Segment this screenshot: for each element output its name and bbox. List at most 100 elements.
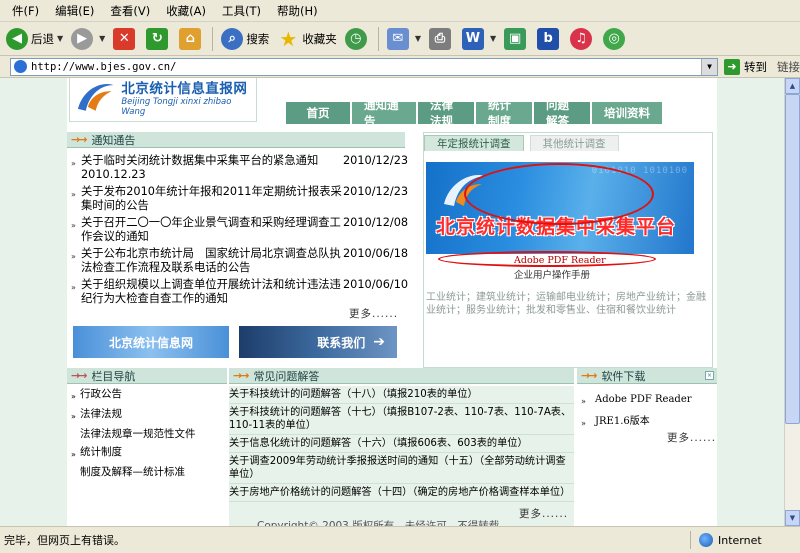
- notice-date: 2010/06/18: [343, 247, 409, 260]
- list-item[interactable]: » 关于临时关闭统计数据集中采集平台的紧急通知 2010.12.23 2010/…: [71, 154, 408, 181]
- list-item[interactable]: 关于科技统计的问题解答（十八）（填报210表的单位）: [229, 386, 574, 404]
- list-item[interactable]: 关于信息化统计的问题解答（十六）（填报606表、603表的单位）: [229, 435, 574, 453]
- chevron-down-icon[interactable]: ▼: [701, 58, 717, 75]
- pdf-reader-link[interactable]: Adobe PDF Reader: [514, 255, 606, 266]
- notice-title[interactable]: 关于公布北京市统计局 国家统计局北京调查总队执法检查工作流程及联系电话的公告: [81, 247, 343, 274]
- user-manual-link[interactable]: 企业用户操作手册: [514, 267, 590, 281]
- page-viewport: 北京统计信息直报网 Beijing Tongji xinxi zhibao Wa…: [0, 78, 800, 526]
- list-item[interactable]: 关于科技统计的问题解答（十七）（填报B107-2表、110-7表、110-7A表…: [229, 404, 574, 435]
- notice-title[interactable]: 关于发布2010年统计年报和2011年定期统计报表采集时间的公告: [81, 185, 343, 212]
- nav-training[interactable]: 培训资料: [592, 102, 664, 124]
- software-item[interactable]: JRE1.6版本: [595, 415, 650, 430]
- faq-title: 常见问题解答: [253, 369, 320, 383]
- history-button[interactable]: ◷: [341, 24, 374, 54]
- address-input[interactable]: http://www.bjes.gov.cn/ ▼: [10, 57, 718, 76]
- stats-info-net-banner[interactable]: 北京统计信息网: [73, 326, 229, 358]
- list-item[interactable]: » 关于发布2010年统计年报和2011年定期统计报表采集时间的公告 2010/…: [71, 185, 408, 212]
- software-item[interactable]: Adobe PDF Reader: [595, 393, 692, 408]
- nav-home[interactable]: 首页: [286, 102, 352, 124]
- nav-system[interactable]: 统计制度: [476, 98, 534, 128]
- print-button[interactable]: ⎙: [425, 24, 458, 54]
- list-item[interactable]: » JRE1.6版本: [581, 415, 717, 430]
- messenger-button[interactable]: ◎: [599, 24, 632, 54]
- stop-button[interactable]: ✕: [109, 24, 142, 54]
- site-header: 北京统计信息直报网 Beijing Tongji xinxi zhibao Wa…: [67, 78, 717, 130]
- list-item[interactable]: 法律法规章一规范性文件: [71, 428, 226, 441]
- menu-tools[interactable]: 工具(T): [214, 0, 269, 22]
- nav-laws[interactable]: 法律法规: [418, 98, 476, 128]
- scroll-thumb[interactable]: [785, 94, 800, 424]
- software-header: →→ 软件下载 ×: [577, 368, 717, 384]
- discuss-button[interactable]: ▣: [500, 24, 533, 54]
- scroll-up-icon[interactable]: ▲: [785, 78, 800, 94]
- notice-title[interactable]: 关于临时关闭统计数据集中采集平台的紧急通知 2010.12.23: [81, 154, 343, 181]
- site-logo[interactable]: 北京统计信息直报网 Beijing Tongji xinxi zhibao Wa…: [69, 78, 257, 122]
- home-button[interactable]: ⌂: [175, 24, 208, 54]
- nav-notices[interactable]: 通知通告: [352, 98, 418, 128]
- survey-categories[interactable]: 工业统计；建筑业统计；运输邮电业统计；房地产业统计；金融业统计；服务业统计；批发…: [426, 291, 710, 317]
- list-item[interactable]: » 统计制度: [71, 446, 226, 461]
- tab-other-survey[interactable]: 其他统计调查: [529, 135, 619, 151]
- chevron-down-icon: ▼: [489, 34, 497, 43]
- baidu-button[interactable]: b: [533, 24, 566, 54]
- page-icon: [14, 60, 27, 73]
- menu-help[interactable]: 帮助(H): [269, 0, 326, 22]
- list-item[interactable]: » 关于公布北京市统计局 国家统计局北京调查总队执法检查工作流程及联系电话的公告…: [71, 247, 409, 274]
- notice-title[interactable]: 关于组织规模以上调查单位开展统计法和统计违法违纪行为大检查自查工作的通知: [81, 278, 343, 305]
- list-item[interactable]: 关于调查2009年劳动统计季报报送时间的通知（十五）（全部劳动统计调查单位）: [229, 453, 574, 484]
- faq-more-link[interactable]: 更多......: [519, 506, 568, 521]
- list-item[interactable]: 关于房地产价格统计的问题解答（十四）（确定的房地产价格调查样本单位）: [229, 484, 574, 502]
- web-page: 北京统计信息直报网 Beijing Tongji xinxi zhibao Wa…: [67, 78, 717, 526]
- arrow-right-icon: →→: [71, 133, 88, 146]
- list-item[interactable]: » 关于召开二〇一〇年企业景气调查和采购经理调查工作会议的通知 2010/12/…: [71, 216, 408, 243]
- nav-faq[interactable]: 问题解答: [534, 98, 592, 128]
- search-icon: ⌕: [221, 27, 244, 50]
- go-button[interactable]: ➜ 转到: [724, 58, 767, 75]
- close-icon[interactable]: ×: [705, 371, 714, 380]
- arrow-right-icon: ➔: [373, 334, 385, 350]
- refresh-button[interactable]: ↻: [142, 24, 175, 54]
- toolbar-separator: [377, 26, 379, 51]
- bullet-icon: »: [71, 190, 76, 199]
- logo-subtitle: Beijing Tongji xinxi zhibao Wang: [121, 97, 232, 117]
- vertical-scrollbar[interactable]: ▲ ▼: [784, 78, 800, 526]
- edit-button[interactable]: W ▼: [458, 24, 500, 54]
- baidu-icon: b: [537, 27, 560, 50]
- nav-column-item[interactable]: 制度及解释—统计标准: [80, 466, 185, 479]
- favorites-button[interactable]: ★ 收藏夹: [273, 24, 341, 54]
- menu-favorites[interactable]: 收藏(A): [158, 0, 214, 22]
- menu-view[interactable]: 查看(V): [102, 0, 158, 22]
- nav-column-item[interactable]: 行政公告: [80, 388, 122, 403]
- site-nav: 首页 通知通告 法律法规 统计制度 问题解答 培训资料: [286, 98, 664, 128]
- tab-periodic-survey[interactable]: 年定报统计调查: [424, 135, 524, 151]
- nav-column-item[interactable]: 统计制度: [80, 446, 122, 461]
- scroll-down-icon[interactable]: ▼: [785, 510, 800, 526]
- forward-arrow-icon: ▶: [71, 27, 94, 50]
- mail-button[interactable]: ✉ ▼: [383, 24, 425, 54]
- links-button[interactable]: 链接: [777, 59, 800, 75]
- bullet-icon: »: [71, 252, 76, 261]
- bullet-icon: »: [71, 450, 76, 459]
- list-item[interactable]: » 关于组织规模以上调查单位开展统计法和统计违法违纪行为大检查自查工作的通知 2…: [71, 278, 408, 305]
- bullet-icon: »: [71, 159, 76, 168]
- list-item[interactable]: » 行政公告: [71, 388, 226, 403]
- contact-us-banner[interactable]: 联系我们 ➔: [239, 326, 397, 358]
- music-button[interactable]: ♫: [566, 24, 599, 54]
- menu-file[interactable]: 件(F): [4, 0, 47, 22]
- software-more-link[interactable]: 更多......: [667, 430, 716, 445]
- notice-title[interactable]: 关于召开二〇一〇年企业景气调查和采购经理调查工作会议的通知: [81, 216, 343, 243]
- list-item[interactable]: 制度及解释—统计标准: [71, 466, 226, 479]
- list-item[interactable]: » Adobe PDF Reader: [581, 393, 717, 408]
- notices-title: 通知通告: [91, 133, 136, 147]
- menu-edit[interactable]: 编辑(E): [47, 0, 102, 22]
- logo-swirl-icon: [77, 84, 114, 111]
- back-button[interactable]: ◀ 后退 ▼: [2, 24, 67, 54]
- notices-more-link[interactable]: 更多......: [349, 306, 398, 321]
- forward-button[interactable]: ▶ ▼: [67, 24, 109, 54]
- nav-column-item[interactable]: 法律法规章一规范性文件: [80, 428, 196, 441]
- software-list: » Adobe PDF Reader » JRE1.6版本 更多......: [577, 386, 717, 526]
- go-label: 转到: [744, 59, 767, 74]
- search-button[interactable]: ⌕ 搜索: [217, 24, 273, 54]
- nav-column-item[interactable]: 法律法规: [80, 408, 122, 423]
- list-item[interactable]: » 法律法规: [71, 408, 226, 423]
